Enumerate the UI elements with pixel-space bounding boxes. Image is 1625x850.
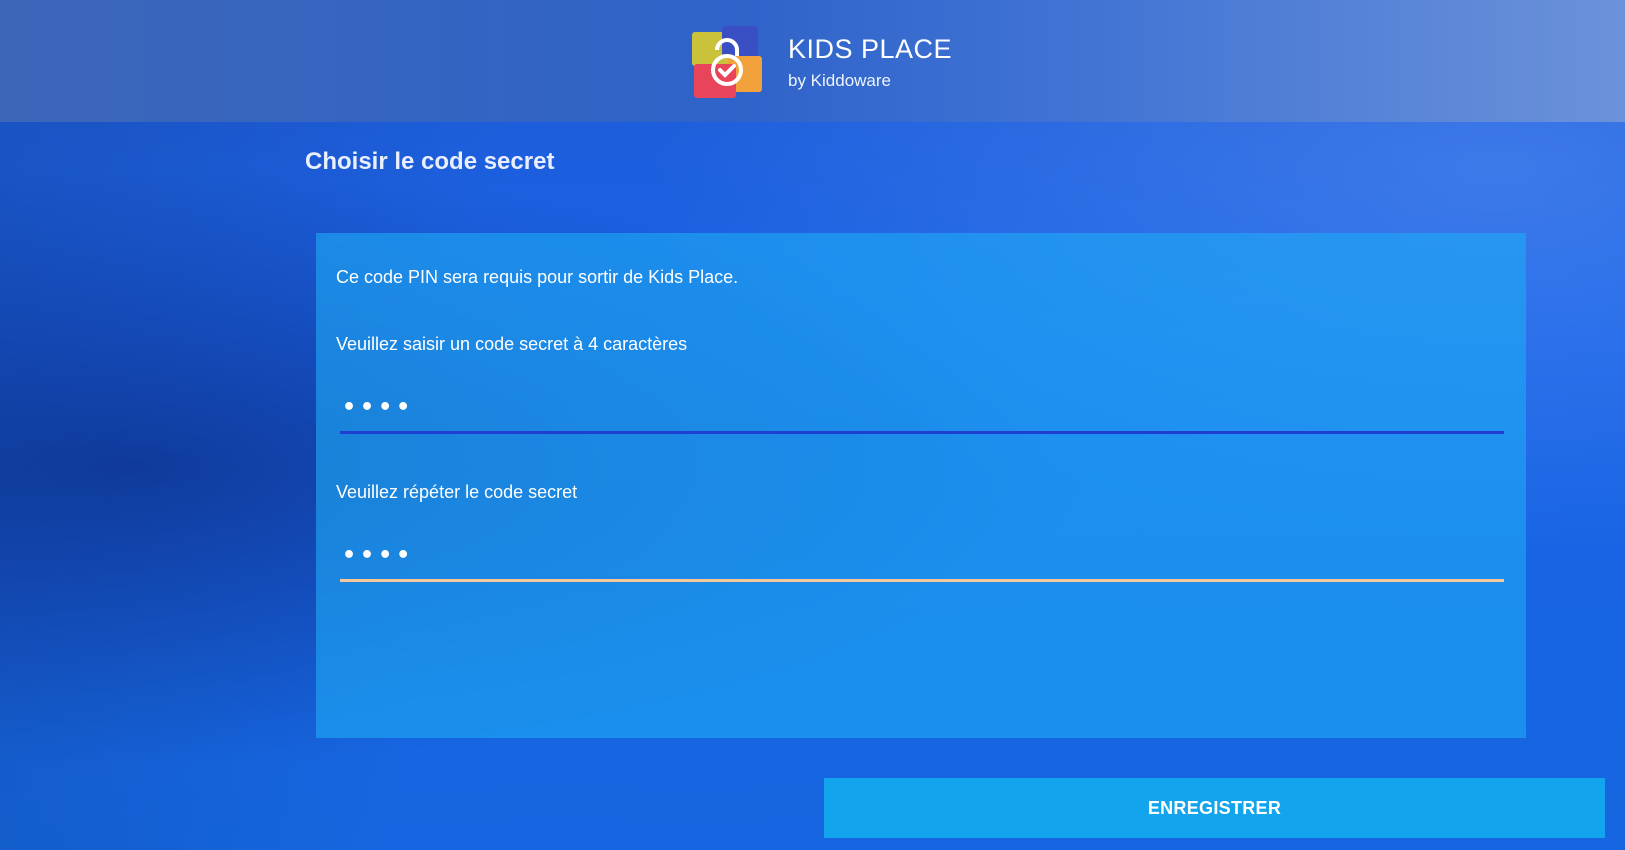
confirm-pin-field-label: Veuillez répéter le code secret <box>336 482 578 502</box>
brand-text: KIDS PLACE by Kiddoware <box>788 33 952 91</box>
pin-input[interactable] <box>340 383 1504 434</box>
app-byline: by Kiddoware <box>788 71 892 90</box>
pin-field-label: Veuillez saisir un code secret à 4 carac… <box>336 334 688 354</box>
brand: KIDS PLACE by Kiddoware <box>688 22 952 102</box>
pin-setup-card: Ce code PIN sera requis pour sortir de K… <box>316 233 1526 738</box>
app-name: KIDS PLACE <box>788 34 953 64</box>
page-title: Choisir le code secret <box>305 148 555 175</box>
app-header: KIDS PLACE by Kiddoware <box>0 0 1625 122</box>
pin-description: Ce code PIN sera requis pour sortir de K… <box>336 267 739 287</box>
save-button[interactable]: ENREGISTRER <box>824 778 1605 838</box>
kids-place-lock-icon <box>688 22 766 102</box>
confirm-pin-input[interactable] <box>340 531 1504 582</box>
